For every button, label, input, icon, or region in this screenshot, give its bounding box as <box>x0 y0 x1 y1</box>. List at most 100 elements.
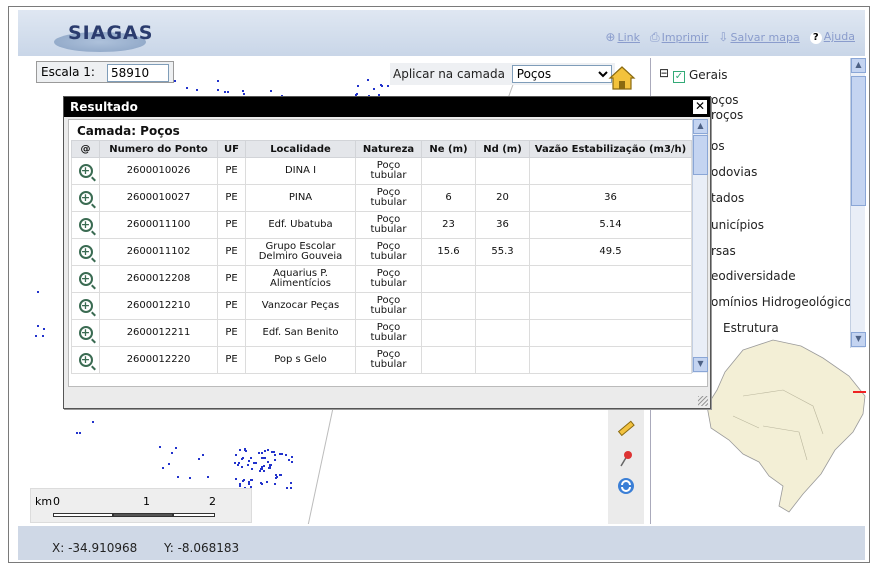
layers-scrollbar[interactable]: ▲ ▼ <box>850 58 866 348</box>
dialog-title[interactable]: Resultado <box>64 97 710 117</box>
zoom-in-icon[interactable]: + <box>78 353 93 367</box>
scroll-up-icon[interactable]: ▲ <box>693 119 708 134</box>
well-point[interactable] <box>224 91 227 94</box>
well-point[interactable] <box>173 80 176 83</box>
well-point[interactable] <box>373 88 376 91</box>
zoom-in-icon[interactable]: + <box>78 245 93 259</box>
refresh-icon[interactable] <box>616 476 636 496</box>
well-point[interactable] <box>241 479 244 482</box>
well-point[interactable] <box>170 452 173 455</box>
well-point[interactable] <box>162 466 165 469</box>
well-point[interactable] <box>167 463 170 466</box>
layer-item[interactable]: omínios Hidrogeológicos <box>711 295 858 309</box>
zoom-in-icon[interactable]: + <box>78 164 93 178</box>
well-point[interactable] <box>289 482 292 485</box>
scroll-up-icon[interactable]: ▲ <box>851 58 866 73</box>
well-point[interactable] <box>367 79 370 82</box>
well-point[interactable] <box>237 462 240 465</box>
ruler-icon[interactable] <box>616 418 636 438</box>
layer-item[interactable]: oços <box>711 93 739 107</box>
well-point[interactable] <box>176 475 179 478</box>
well-point[interactable] <box>236 464 239 467</box>
well-point[interactable] <box>238 448 241 451</box>
well-point[interactable] <box>196 88 199 91</box>
well-point[interactable] <box>285 486 288 489</box>
well-point[interactable] <box>41 334 44 337</box>
well-point[interactable] <box>267 448 270 451</box>
well-point[interactable] <box>197 457 200 460</box>
well-point[interactable] <box>241 465 244 468</box>
zoom-in-icon[interactable]: + <box>78 299 93 313</box>
link-button[interactable]: ⊕ Link <box>605 30 640 45</box>
print-button[interactable]: ⎙ Imprimir <box>650 30 708 45</box>
well-point[interactable] <box>250 467 253 470</box>
layer-item[interactable]: os <box>711 139 725 153</box>
well-point[interactable] <box>262 464 265 467</box>
well-point[interactable] <box>207 475 210 478</box>
layer-item[interactable]: rsas <box>711 244 736 258</box>
well-point[interactable] <box>284 453 287 456</box>
resize-grip-icon[interactable] <box>698 396 708 406</box>
well-point[interactable] <box>357 84 360 87</box>
well-point[interactable] <box>291 460 294 463</box>
scroll-thumb[interactable] <box>851 76 866 206</box>
scroll-down-icon[interactable]: ▼ <box>693 357 708 372</box>
well-point[interactable] <box>278 473 281 476</box>
result-dialog[interactable]: Resultado ✕ Camada: Poços @ Numero do Po… <box>63 96 711 409</box>
well-point[interactable] <box>37 290 40 293</box>
zoom-in-icon[interactable]: + <box>78 191 93 205</box>
checkbox-icon[interactable]: ✓ <box>673 71 685 83</box>
well-point[interactable] <box>250 478 253 481</box>
zoom-in-icon[interactable]: + <box>78 326 93 340</box>
layer-select[interactable]: Poços <box>511 65 612 83</box>
well-point[interactable] <box>262 457 265 460</box>
well-point[interactable] <box>35 334 38 337</box>
well-point[interactable] <box>274 459 277 462</box>
well-point[interactable] <box>243 478 246 481</box>
well-point[interactable] <box>263 470 266 473</box>
well-point[interactable] <box>216 80 219 83</box>
vertical-scrollbar[interactable]: ▲ ▼ <box>692 119 708 373</box>
well-point[interactable] <box>269 466 272 469</box>
well-point[interactable] <box>271 451 274 454</box>
well-point[interactable] <box>247 459 250 462</box>
layer-tree-expander[interactable]: ⊟ <box>659 66 669 80</box>
brazil-overview-map[interactable] <box>703 336 866 516</box>
well-point[interactable] <box>92 421 95 424</box>
scroll-thumb[interactable] <box>693 135 708 175</box>
well-point[interactable] <box>36 324 39 327</box>
well-point[interactable] <box>266 481 269 484</box>
layer-item[interactable]: roços <box>711 108 743 122</box>
well-point[interactable] <box>186 87 189 90</box>
scale-input[interactable] <box>107 64 169 82</box>
well-point[interactable] <box>287 458 290 461</box>
well-point[interactable] <box>242 456 245 459</box>
zoom-in-icon[interactable]: + <box>78 218 93 232</box>
well-point[interactable] <box>248 483 251 486</box>
layer-item[interactable]: eodiversidade <box>711 269 796 283</box>
well-point[interactable] <box>247 481 250 484</box>
well-point[interactable] <box>189 476 192 479</box>
layer-gerais[interactable]: ✓ Gerais <box>673 68 728 83</box>
layer-item[interactable]: unicípios <box>711 218 764 232</box>
well-point[interactable] <box>243 448 246 451</box>
layer-item[interactable]: Estrutura <box>723 321 779 335</box>
well-point[interactable] <box>227 90 230 93</box>
close-icon[interactable]: ✕ <box>693 100 707 114</box>
well-point[interactable] <box>281 453 284 456</box>
save-map-button[interactable]: ⇩ Salvar mapa <box>718 30 799 45</box>
well-point[interactable] <box>242 89 245 92</box>
well-point[interactable] <box>270 90 273 93</box>
well-point[interactable] <box>261 482 264 485</box>
well-point[interactable] <box>216 89 219 92</box>
well-point[interactable] <box>273 482 276 485</box>
well-point[interactable] <box>246 463 249 466</box>
well-point[interactable] <box>266 461 269 464</box>
well-point[interactable] <box>259 470 262 472</box>
layer-item[interactable]: tados <box>711 191 744 205</box>
well-point[interactable] <box>79 431 82 434</box>
well-point[interactable] <box>278 453 281 456</box>
well-point[interactable] <box>260 467 263 470</box>
help-button[interactable]: ? Ajuda <box>809 30 855 45</box>
well-point[interactable] <box>258 452 261 455</box>
